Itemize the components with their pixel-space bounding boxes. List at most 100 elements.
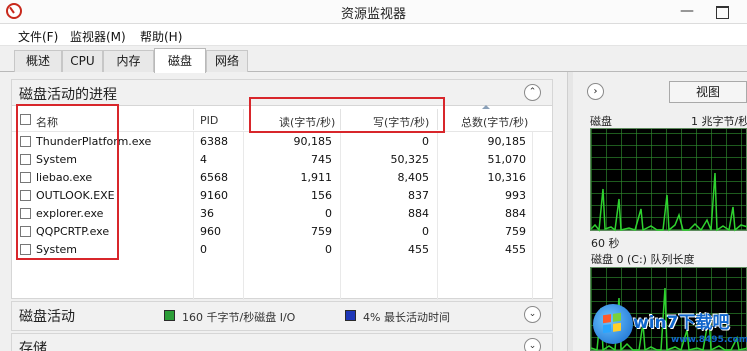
- column-name[interactable]: 名称: [36, 114, 58, 130]
- watermark-text: win7下载吧: [633, 313, 730, 333]
- process-name: System: [36, 243, 78, 256]
- view-dropdown-button[interactable]: 视图: [669, 81, 747, 103]
- disk-graph-scale: 1 兆字节/秒: [691, 115, 747, 128]
- process-pid: 6388: [200, 135, 228, 148]
- disk-activity-header[interactable]: 磁盘活动 160 千字节/秒磁盘 I/O 4% 最长活动时间 ⌄: [12, 302, 552, 330]
- minimize-button[interactable]: —: [672, 0, 702, 24]
- disk-activity-title: 磁盘活动: [19, 309, 75, 325]
- disk-processes-panel: 磁盘活动的进程 ⌃ 名称 PID 读(字节/秒) 写(字节/秒) 总数(字节/秒…: [11, 79, 553, 300]
- expand-chevron-icon[interactable]: ⌄: [524, 338, 541, 351]
- row-checkbox[interactable]: [20, 208, 31, 219]
- column-header-row: 名称 PID 读(字节/秒) 写(字节/秒) 总数(字节/秒): [12, 107, 552, 132]
- queue-length-graph-label: 磁盘 0 (C:) 队列长度: [591, 253, 695, 266]
- row-checkbox[interactable]: [20, 226, 31, 237]
- table-row[interactable]: System 0 0 455 455: [12, 241, 552, 259]
- table-row[interactable]: OUTLOOK.EXE 9160 156 837 993: [12, 187, 552, 205]
- process-name: QQPCRTP.exe: [36, 225, 110, 238]
- menu-monitor[interactable]: 监视器(M): [70, 28, 126, 45]
- row-checkbox[interactable]: [20, 172, 31, 183]
- tab-network[interactable]: 网络: [206, 50, 248, 72]
- process-name: ThunderPlatform.exe: [36, 135, 152, 148]
- expand-chevron-icon[interactable]: ⌄: [524, 306, 541, 323]
- table-row[interactable]: explorer.exe 36 0 884 884: [12, 205, 552, 223]
- process-read: 1,911: [300, 171, 333, 184]
- collapse-chevron-icon[interactable]: ⌃: [524, 84, 541, 101]
- title-bar: 资源监视器 —: [0, 0, 747, 24]
- table-row[interactable]: QQPCRTP.exe 960 759 0 759: [12, 223, 552, 241]
- column-pid[interactable]: PID: [200, 114, 218, 127]
- process-write: 837: [408, 189, 429, 202]
- process-pid: 960: [200, 225, 221, 238]
- storage-title: 存储: [19, 341, 47, 351]
- process-write: 8,405: [397, 171, 430, 184]
- process-read: 759: [311, 225, 332, 238]
- disk-io-legend-swatch: [164, 310, 175, 321]
- process-write: 884: [408, 207, 429, 220]
- column-write[interactable]: 写(字节/秒): [373, 114, 429, 130]
- column-divider[interactable]: [340, 109, 341, 130]
- process-pid: 36: [200, 207, 214, 220]
- table-row[interactable]: liebao.exe 6568 1,911 8,405 10,316: [12, 169, 552, 187]
- window-title: 资源监视器: [340, 7, 406, 22]
- process-read: 0: [325, 243, 332, 256]
- select-all-checkbox[interactable]: [20, 114, 31, 125]
- active-time-legend-swatch: [345, 310, 356, 321]
- tab-cpu[interactable]: CPU: [62, 50, 103, 72]
- process-read: 90,185: [293, 135, 333, 148]
- process-total: 759: [505, 225, 526, 238]
- row-checkbox[interactable]: [20, 244, 31, 255]
- process-pid: 4: [200, 153, 207, 166]
- tab-memory[interactable]: 内存: [103, 50, 154, 72]
- menu-help[interactable]: 帮助(H): [140, 28, 182, 45]
- row-checkbox[interactable]: [20, 136, 31, 147]
- site-watermark: win7下载吧 www.8495.com: [593, 302, 747, 351]
- windows-logo-icon: [593, 304, 633, 344]
- menu-file[interactable]: 文件(F): [18, 28, 58, 45]
- process-pid: 0: [200, 243, 207, 256]
- watermark-url: www.8495.com: [671, 335, 747, 345]
- process-write: 0: [422, 135, 429, 148]
- tab-disk[interactable]: 磁盘: [154, 48, 206, 73]
- table-row[interactable]: ThunderPlatform.exe 6388 90,185 0 90,185: [12, 133, 552, 151]
- process-write: 0: [422, 225, 429, 238]
- tab-overview[interactable]: 概述: [14, 50, 62, 72]
- disk-processes-header[interactable]: 磁盘活动的进程 ⌃: [12, 80, 552, 106]
- process-name: OUTLOOK.EXE: [36, 189, 115, 202]
- process-name: System: [36, 153, 78, 166]
- column-divider[interactable]: [243, 109, 244, 130]
- row-checkbox[interactable]: [20, 154, 31, 165]
- disk-activity-panel[interactable]: 磁盘活动 160 千字节/秒磁盘 I/O 4% 最长活动时间 ⌄: [11, 301, 553, 331]
- sort-descending-arrow-icon: [482, 105, 490, 109]
- disk-io-legend-text: 160 千字节/秒磁盘 I/O: [182, 311, 296, 324]
- table-row[interactable]: System 4 745 50,325 51,070: [12, 151, 552, 169]
- process-read: 0: [325, 207, 332, 220]
- maximize-button[interactable]: [707, 0, 737, 24]
- disk-throughput-graph: [590, 128, 747, 232]
- process-write: 455: [408, 243, 429, 256]
- process-pid: 6568: [200, 171, 228, 184]
- process-read: 745: [311, 153, 332, 166]
- column-divider[interactable]: [437, 109, 438, 130]
- column-total[interactable]: 总数(字节/秒): [461, 114, 528, 130]
- tab-strip: 概述 CPU 内存 磁盘 网络: [0, 46, 747, 73]
- pane-splitter[interactable]: [567, 72, 573, 351]
- row-checkbox[interactable]: [20, 190, 31, 201]
- process-total: 51,070: [487, 153, 527, 166]
- process-total: 884: [505, 207, 526, 220]
- graph-time-span-label: 60 秒: [591, 237, 620, 250]
- process-write: 50,325: [390, 153, 430, 166]
- process-name: liebao.exe: [36, 171, 93, 184]
- storage-panel[interactable]: 存储 ⌄: [11, 333, 553, 351]
- process-total: 90,185: [487, 135, 527, 148]
- process-pid: 9160: [200, 189, 228, 202]
- process-total: 10,316: [487, 171, 527, 184]
- process-read: 156: [311, 189, 332, 202]
- column-read[interactable]: 读(字节/秒): [279, 114, 335, 130]
- expand-pane-arrow-icon[interactable]: ›: [587, 83, 604, 100]
- disk-graph-label: 磁盘: [590, 115, 612, 128]
- column-divider[interactable]: [193, 109, 194, 130]
- storage-header[interactable]: 存储 ⌄: [12, 334, 552, 351]
- active-time-legend-text: 4% 最长活动时间: [363, 311, 450, 324]
- close-button[interactable]: [737, 0, 747, 24]
- disk-processes-title: 磁盘活动的进程: [19, 87, 117, 103]
